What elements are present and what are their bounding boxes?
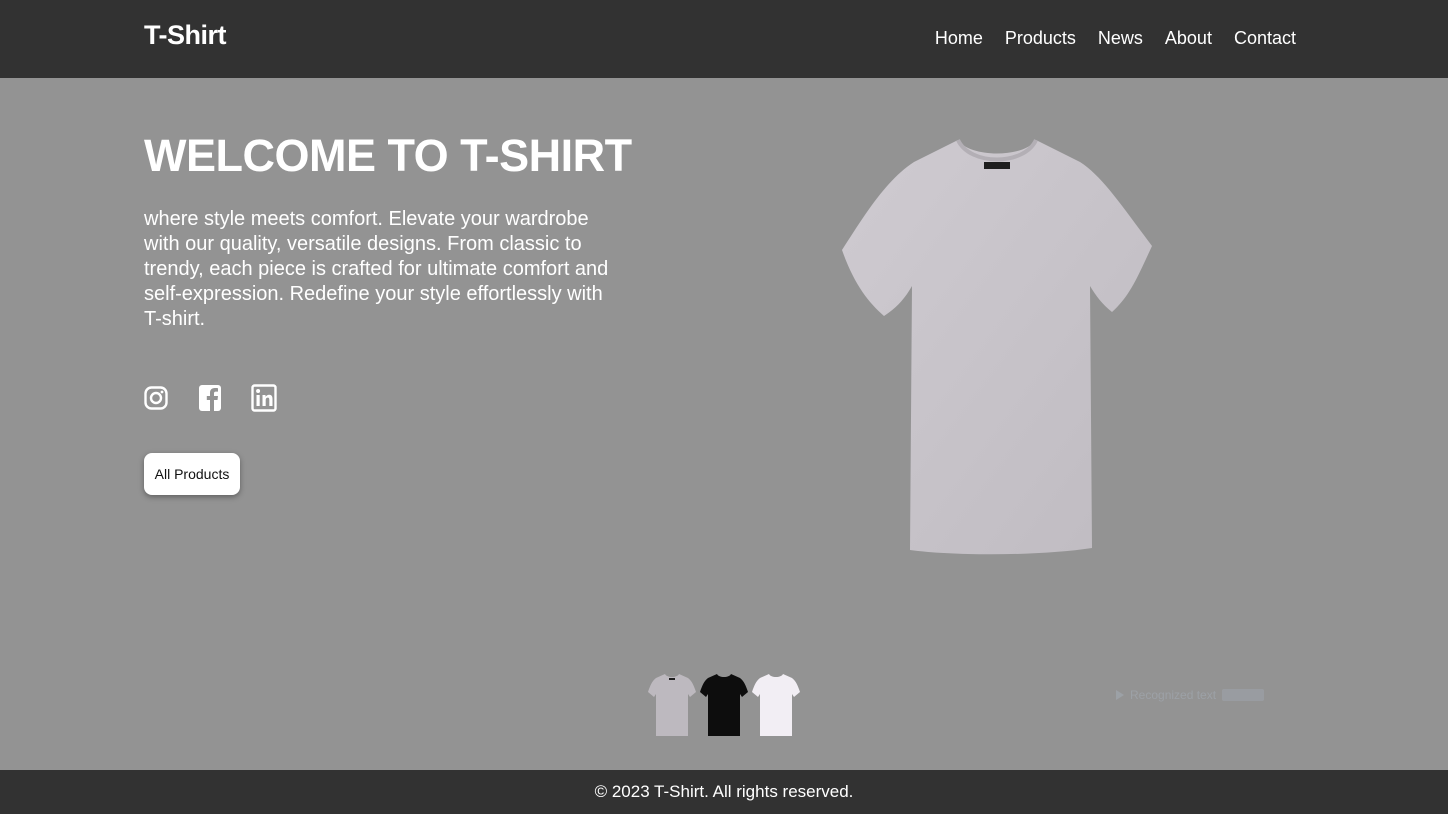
nav-link-contact[interactable]: Contact <box>1234 28 1296 49</box>
all-products-button[interactable]: All Products <box>144 453 240 495</box>
product-image-main <box>840 136 1154 558</box>
hero-title: WELCOME TO T-SHIRT <box>144 130 632 181</box>
play-icon <box>1116 690 1124 700</box>
thumbnail-black-tshirt[interactable] <box>700 672 748 738</box>
product-thumbnails <box>648 672 800 738</box>
instagram-icon[interactable] <box>143 383 169 413</box>
nav-link-home[interactable]: Home <box>935 28 983 49</box>
main-nav: Home Products News About Contact <box>935 28 1296 49</box>
nav-link-about[interactable]: About <box>1165 28 1212 49</box>
social-links <box>143 383 277 413</box>
nav-link-news[interactable]: News <box>1098 28 1143 49</box>
overlay-label: Recognized text <box>1130 688 1217 702</box>
page-footer: © 2023 T-Shirt. All rights reserved. <box>0 770 1448 814</box>
copyright-text: © 2023 T-Shirt. All rights reserved. <box>594 782 854 801</box>
brand-logo[interactable]: T-Shirt <box>144 20 227 51</box>
faint-overlay-widget: Recognized text <box>1116 686 1264 704</box>
top-navbar: T-Shirt Home Products News About Contact <box>0 0 1448 78</box>
facebook-icon[interactable] <box>197 383 223 413</box>
thumbnail-grey-tshirt[interactable] <box>648 672 696 738</box>
overlay-bar <box>1222 689 1264 701</box>
linkedin-icon[interactable] <box>251 383 277 413</box>
thumbnail-white-tshirt[interactable] <box>752 672 800 738</box>
hero-description: where style meets comfort. Elevate your … <box>144 208 609 330</box>
nav-link-products[interactable]: Products <box>1005 28 1076 49</box>
